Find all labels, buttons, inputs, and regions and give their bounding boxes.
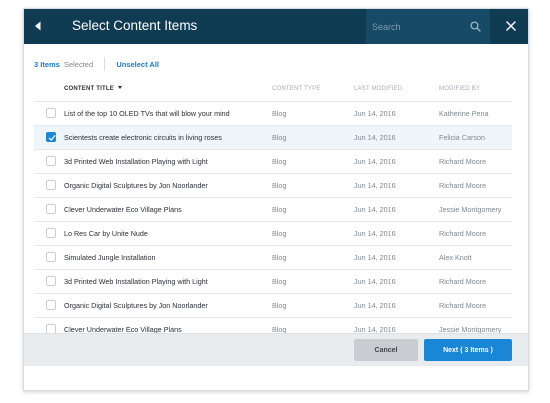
cancel-button[interactable]: Cancel — [354, 339, 418, 361]
search-icon[interactable] — [470, 21, 481, 32]
row-last-modified: Jun 14, 2016 — [354, 157, 396, 166]
next-button[interactable]: Next ( 3 Items ) — [424, 339, 512, 361]
footer-spacer — [24, 366, 528, 390]
table-row[interactable]: Organic Digital Sculptures by Jon Noorla… — [34, 294, 512, 318]
row-content-type: Blog — [272, 205, 287, 214]
search-input[interactable] — [366, 9, 468, 44]
row-title: Scientests create electronic circuits in… — [64, 133, 222, 142]
selected-count: 3 Items — [34, 59, 60, 69]
column-title-label: Content Title — [64, 86, 114, 92]
row-content-type: Blog — [272, 277, 287, 286]
column-header-type[interactable]: Content Type — [272, 86, 321, 92]
row-last-modified: Jun 14, 2016 — [354, 301, 396, 310]
row-modified-by: Richard Moore — [439, 157, 487, 166]
table-row[interactable]: Organic Digital Sculptures by Jon Noorla… — [34, 174, 512, 198]
row-checkbox[interactable] — [46, 156, 56, 166]
table-row[interactable]: Clever Underwater Eco Village Plans Blog J… — [34, 198, 512, 222]
column-header-modified-by[interactable]: Modified By — [439, 86, 480, 92]
row-checkbox[interactable] — [46, 228, 56, 238]
checkmark-icon — [48, 135, 56, 141]
row-checkbox[interactable] — [46, 204, 56, 214]
selected-label: Selected — [63, 59, 94, 69]
row-title: Simulated Jungle Installation — [64, 253, 156, 262]
select-content-modal: Select Content Items 3 Items Selected Un… — [23, 8, 529, 391]
back-button[interactable] — [24, 9, 54, 44]
row-modified-by: Katherine Pena — [439, 109, 489, 118]
row-modified-by: Richard Moore — [439, 229, 487, 238]
close-button[interactable] — [494, 9, 528, 44]
row-title: Organic Digital Sculptures by Jon Noorla… — [64, 301, 208, 310]
row-title: List of the top 10 OLED TVs that will bl… — [64, 109, 230, 118]
row-title: Clever Underwater Eco Village Plans — [64, 205, 182, 214]
selection-bar: 3 Items Selected Unselect All — [34, 57, 159, 71]
row-last-modified: Jun 14, 2016 — [354, 229, 396, 238]
sort-caret-icon — [117, 86, 122, 89]
row-title: Lo Res Car by Unite Nude — [64, 229, 148, 238]
row-checkbox[interactable] — [46, 300, 56, 310]
row-content-type: Blog — [272, 253, 287, 262]
row-modified-by: Jessie Montgomery — [439, 205, 502, 214]
table-row[interactable]: 3d Printed Web Installation Playing with… — [34, 150, 512, 174]
column-header-title[interactable]: Content Title — [64, 86, 122, 92]
row-last-modified: Jun 14, 2016 — [354, 181, 396, 190]
table-row[interactable]: Lo Res Car by Unite Nude Blog Jun 14, 2016… — [34, 222, 512, 246]
unselect-all-link[interactable]: Unselect All — [116, 60, 159, 69]
row-modified-by: Richard Moore — [439, 277, 487, 286]
table-row[interactable]: Simulated Jungle Installation Blog Jun 14,… — [34, 246, 512, 270]
row-last-modified: Jun 14, 2016 — [354, 277, 396, 286]
modal-title: Select Content Items — [72, 18, 198, 33]
row-modified-by: Richard Moore — [439, 181, 487, 190]
modal-header: Select Content Items — [24, 9, 528, 44]
row-checkbox[interactable] — [46, 252, 56, 262]
content-list: List of the top 10 OLED TVs that will bl… — [34, 102, 512, 334]
row-modified-by: Alex Knott — [439, 253, 472, 262]
row-content-type: Blog — [272, 109, 287, 118]
row-last-modified: Jun 14, 2016 — [354, 205, 396, 214]
divider — [104, 57, 106, 71]
table-header: Content Title Content Type Last Modified… — [34, 77, 512, 102]
row-title: 3d Printed Web Installation Playing with… — [64, 277, 208, 286]
back-arrow-icon — [35, 21, 41, 31]
row-content-type: Blog — [272, 181, 287, 190]
row-title: 3d Printed Web Installation Playing with… — [64, 157, 208, 166]
row-content-type: Blog — [272, 301, 287, 310]
row-checkbox[interactable] — [46, 108, 56, 118]
row-checkbox[interactable] — [46, 276, 56, 286]
row-last-modified: Jun 14, 2016 — [354, 109, 396, 118]
close-icon — [506, 21, 516, 31]
row-title: Organic Digital Sculptures by Jon Noorla… — [64, 181, 208, 190]
search-box — [366, 9, 490, 44]
modal-footer: Cancel Next ( 3 Items ) — [24, 333, 528, 390]
row-checkbox[interactable] — [46, 180, 56, 190]
row-checkbox[interactable] — [46, 132, 56, 142]
row-modified-by: Felicia Carson — [439, 133, 485, 142]
row-modified-by: Richard Moore — [439, 301, 487, 310]
row-content-type: Blog — [272, 157, 287, 166]
row-last-modified: Jun 14, 2016 — [354, 253, 396, 262]
table-row[interactable]: List of the top 10 OLED TVs that will bl… — [34, 102, 512, 126]
column-header-modified[interactable]: Last Modified — [354, 86, 403, 92]
row-content-type: Blog — [272, 133, 287, 142]
row-content-type: Blog — [272, 229, 287, 238]
row-last-modified: Jun 14, 2016 — [354, 133, 396, 142]
table-row[interactable]: 3d Printed Web Installation Playing with… — [34, 270, 512, 294]
table-row[interactable]: Clever Underwater Eco Village Plans Blog J… — [34, 318, 512, 334]
table-row[interactable]: Scientests create electronic circuits in… — [34, 126, 512, 150]
